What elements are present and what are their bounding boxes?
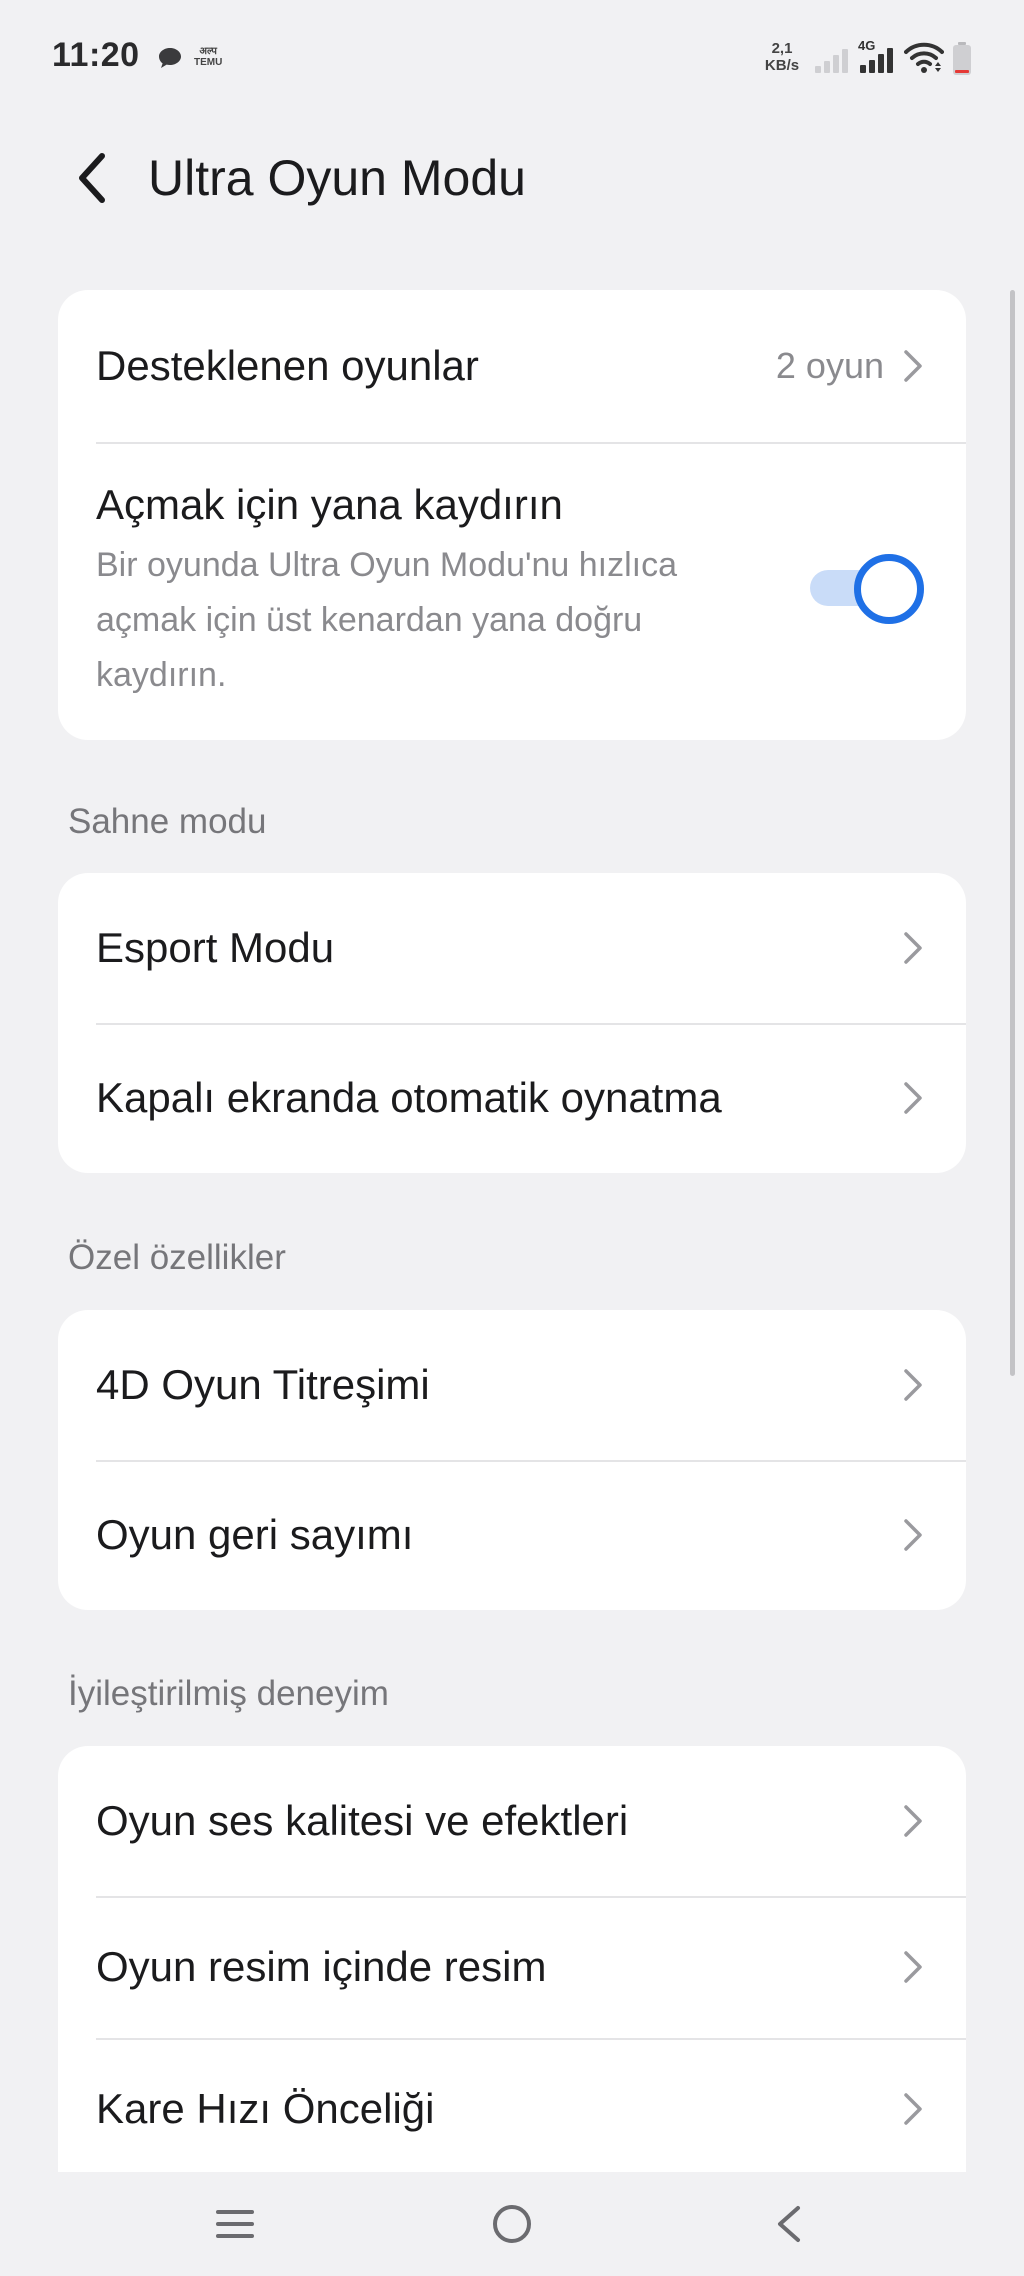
supported-games-value: 2 oyun	[775, 345, 884, 386]
supported-games-label: Desteklenen oyunlar	[96, 342, 479, 389]
game-countdown-label: Oyun geri sayımı	[96, 1511, 414, 1558]
header: Ultra Oyun Modu	[0, 120, 1024, 236]
back-button[interactable]	[60, 146, 124, 210]
net-speed-value: 2,1	[771, 40, 793, 57]
status-time: 11:20	[52, 36, 140, 74]
swipe-desc-line-3: kaydırın.	[96, 656, 227, 694]
screen-off-autoplay-row[interactable]: Kapalı ekranda otomatik oynatma	[58, 1023, 966, 1173]
signal-strong-icon	[860, 48, 893, 73]
nav-back-button[interactable]	[754, 2192, 824, 2256]
wifi-icon	[904, 42, 944, 73]
chevron-right-icon	[898, 346, 928, 386]
supported-games-row[interactable]: Desteklenen oyunlar 2 oyun	[58, 290, 966, 442]
swipe-to-open-row[interactable]: Açmak için yana kaydırın Bir oyunda Ultr…	[58, 442, 966, 740]
section-header-enhanced-experience: İyileştirilmiş deneyim	[68, 1674, 389, 1713]
screen-off-autoplay-label: Kapalı ekranda otomatik oynatma	[96, 1074, 722, 1121]
picture-in-picture-label: Oyun resim içinde resim	[96, 1943, 547, 1990]
menu-icon	[216, 2210, 254, 2238]
status-bar: 11:20 अल्प TEMU 2,1 KB/s 4G	[0, 0, 1024, 116]
net-speed-unit: KB/s	[764, 57, 800, 74]
scene-mode-card: Esport Modu Kapalı ekranda otomatik oyna…	[58, 873, 966, 1173]
chat-bubble-icon	[159, 48, 181, 68]
chevron-right-icon	[898, 1801, 928, 1841]
swipe-to-open-description: Bir oyunda Ultra Oyun Modu'nu hızlıca aç…	[96, 538, 838, 703]
swipe-to-open-text: Açmak için yana kaydırın Bir oyunda Ultr…	[96, 478, 928, 703]
chevron-right-icon	[898, 1365, 928, 1405]
back-triangle-icon	[778, 2206, 800, 2242]
chevron-right-icon	[898, 1078, 928, 1118]
temu-top-text: अल्प	[199, 46, 217, 57]
net-speed: 2,1 KB/s	[760, 40, 804, 74]
signal-weak-icon	[815, 49, 848, 73]
page-title: Ultra Oyun Modu	[148, 150, 526, 206]
frame-rate-priority-label: Kare Hızı Önceliği	[96, 2085, 435, 2132]
sound-quality-label: Oyun ses kalitesi ve efektleri	[96, 1797, 629, 1844]
recent-apps-button[interactable]	[200, 2192, 270, 2256]
chevron-right-icon	[898, 928, 928, 968]
temu-bottom-text: TEMU	[194, 57, 223, 68]
home-circle-icon	[493, 2205, 531, 2243]
chevron-right-icon	[898, 1515, 928, 1555]
chevron-right-icon	[898, 2089, 928, 2129]
top-settings-card: Desteklenen oyunlar 2 oyun Açmak için ya…	[58, 290, 966, 740]
4d-vibration-row[interactable]: 4D Oyun Titreşimi	[58, 1310, 966, 1460]
scrollbar[interactable]	[1010, 290, 1015, 1376]
home-button[interactable]	[477, 2192, 547, 2256]
toggle-knob	[854, 554, 924, 624]
esport-mode-row[interactable]: Esport Modu	[58, 873, 966, 1023]
section-header-special-features: Özel özellikler	[68, 1238, 286, 1277]
esport-mode-label: Esport Modu	[96, 924, 335, 971]
sound-quality-row[interactable]: Oyun ses kalitesi ve efektleri	[58, 1746, 966, 1896]
special-features-card: 4D Oyun Titreşimi Oyun geri sayımı	[58, 1310, 966, 1610]
chevron-left-icon	[79, 153, 105, 203]
frame-rate-priority-row[interactable]: Kare Hızı Önceliği	[58, 2038, 966, 2172]
chevron-right-icon	[898, 1947, 928, 1987]
section-header-scene-mode: Sahne modu	[68, 802, 267, 841]
temu-app-icon: अल्प TEMU	[194, 46, 222, 68]
swipe-to-open-title: Açmak için yana kaydırın	[96, 481, 563, 528]
game-countdown-row[interactable]: Oyun geri sayımı	[58, 1460, 966, 1610]
swipe-to-open-toggle[interactable]	[810, 554, 924, 624]
battery-low-icon	[953, 42, 971, 75]
4d-vibration-label: 4D Oyun Titreşimi	[96, 1361, 430, 1408]
enhanced-experience-card: Oyun ses kalitesi ve efektleri Oyun resi…	[58, 1746, 966, 2172]
screen: 11:20 अल्प TEMU 2,1 KB/s 4G Ultra Oyun M…	[0, 0, 1024, 2276]
picture-in-picture-row[interactable]: Oyun resim içinde resim	[58, 1896, 966, 2038]
swipe-desc-line-2: açmak için üst kenardan yana doğru	[96, 601, 643, 639]
swipe-desc-line-1: Bir oyunda Ultra Oyun Modu'nu hızlıca	[96, 546, 678, 584]
navigation-bar	[0, 2172, 1024, 2276]
